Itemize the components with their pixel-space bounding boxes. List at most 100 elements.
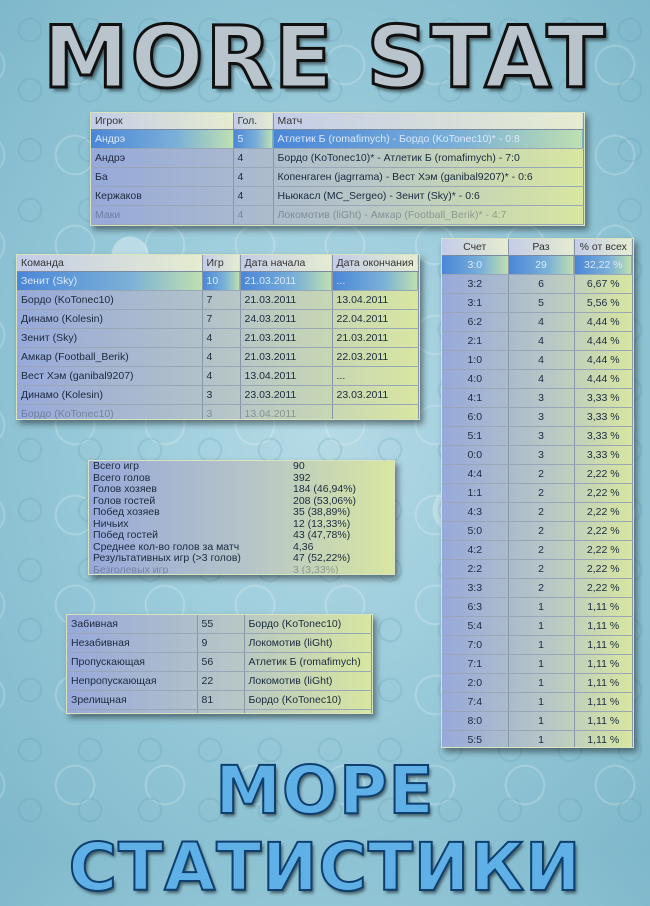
table-cell: 24.03.2011	[240, 309, 333, 329]
scores-table: Счет Раз % от всех 3:0 29 32,22 % 3:2 6 6,67 …	[441, 238, 634, 748]
table-cell: Непропускающая	[67, 671, 198, 691]
summary-label: Безголевых игр	[93, 563, 169, 575]
table-row[interactable]: Зенит (Sky) 10 21.03.2011...	[17, 271, 419, 291]
table-cell: Андрэ	[91, 148, 234, 168]
table-row[interactable]: Динамо (Kolesin) 3 23.03.2011 23.03.2011	[17, 385, 419, 405]
table-row[interactable]: Маки 4 Локомотив (liGht) - Амкар (Football…	[91, 205, 584, 225]
table-cell: 1,11 %	[574, 673, 633, 693]
header-player[interactable]: Игрок	[91, 113, 234, 130]
table-cell: 31	[197, 709, 245, 713]
table-row[interactable]: 7:0 1 1,11 %	[442, 635, 633, 655]
table-cell: 3	[202, 404, 241, 419]
table-row[interactable]: Забивная 55 Бордо (KoTonec10)	[67, 615, 372, 634]
summary-value: 43 (47,78%)	[293, 529, 351, 541]
table-cell: 21.03.2011	[240, 347, 333, 367]
table-row[interactable]: 3:0 29 32,22 %	[442, 255, 633, 275]
table-cell: 4:1	[442, 388, 509, 408]
table-cell: 13.04.2011	[240, 404, 333, 419]
table-row[interactable]: Зрелищная 81 Бордо (KoTonec10)	[67, 690, 372, 710]
table-cell: 1	[508, 692, 575, 712]
table-row[interactable]: 2:0 1 1,11 %	[442, 673, 633, 693]
table-row[interactable]: 5:1 3 3,33 %	[442, 426, 633, 446]
table-row[interactable]: Андрэ 4 Бордо (KoTonec10)* - Атлетик Б (ro…	[91, 148, 584, 168]
header-count[interactable]: Раз	[508, 239, 575, 256]
table-row[interactable]: 8:0 1 1,11 %	[442, 711, 633, 731]
header-team[interactable]: Команда	[17, 255, 203, 272]
table-row[interactable]: Зенит (Sky) 4 21.03.2011 21.03.2011	[17, 328, 419, 348]
header-goals[interactable]: Гол.	[233, 113, 274, 130]
table-cell: 4	[508, 331, 575, 351]
table-row[interactable]: Пропускающая 56 Атлетик Б (romafimych)	[67, 652, 372, 672]
table-row[interactable]: 3:2 6 6,67 %	[442, 274, 633, 294]
header-score[interactable]: Счет	[442, 239, 509, 256]
table-row[interactable]: 5:5 1 1,11 %	[442, 730, 633, 747]
table-row[interactable]: Скучная31Локомотив (liGht)	[67, 709, 372, 713]
table-cell: 22.03.2011	[332, 347, 419, 367]
table-cell: 3	[508, 388, 575, 408]
table-row[interactable]: 2:2 2 2,22 %	[442, 559, 633, 579]
summary-value: 184 (46,94%)	[293, 483, 357, 495]
table-row[interactable]: Динамо (Kolesin) 7 24.03.2011 22.04.2011	[17, 309, 419, 329]
table-cell: Амкар (Football_Berik)	[17, 347, 203, 367]
table-row[interactable]: Незабивная 9 Локомотив (liGht)	[67, 633, 372, 653]
table-cell: Локомотив (liGht)	[244, 633, 372, 653]
table-row[interactable]: 0:0 3 3,33 %	[442, 445, 633, 465]
header-percent[interactable]: % от всех	[574, 239, 633, 256]
table-cell: 5:0	[442, 521, 509, 541]
table-row[interactable]: Ба 4 Копенгаген (jagrrama) - Вест Хэм (gan…	[91, 167, 584, 187]
table-cell	[332, 404, 419, 419]
table-cell: 1	[508, 711, 575, 731]
header-match[interactable]: Матч	[273, 113, 584, 130]
table-cell: Атлетик Б (romafimych) - Бордо (KoTonec1…	[273, 129, 584, 149]
table-row[interactable]: 1:1 2 2,22 %	[442, 483, 633, 503]
header-end-date[interactable]: Дата окончания	[332, 255, 419, 272]
table-row[interactable]: Бордо (KoTonec10) 3 13.04.2011	[17, 404, 419, 419]
table-cell: 3:0	[442, 255, 509, 275]
table-cell: Кержаков	[91, 186, 234, 206]
table-cell: 2,22 %	[574, 521, 633, 541]
table-row[interactable]: Бордо (KoTonec10) 7 21.03.2011 13.04.2011	[17, 290, 419, 310]
table-cell: Бордо (KoTonec10)	[17, 290, 203, 310]
table-row[interactable]: Андрэ 5 Атлетик Б (romafimych) - Бордо (Ko…	[91, 129, 584, 149]
table-row[interactable]: Вест Хэм (ganibal9207) 4 13.04.2011...	[17, 366, 419, 386]
table-cell: 4	[233, 167, 274, 187]
summary-label: Голов хозяев	[93, 483, 157, 495]
table-row[interactable]: Непропускающая 22 Локомотив (liGht)	[67, 671, 372, 691]
table-row[interactable]: Кержаков 4 Ньюкасл (MC_Sergeo) - Зенит (Sk…	[91, 186, 584, 206]
table-row[interactable]: 3:1 5 5,56 %	[442, 293, 633, 313]
table-row[interactable]: 2:1 4 4,44 %	[442, 331, 633, 351]
table-cell: 5:1	[442, 426, 509, 446]
table-cell: 4	[233, 205, 274, 225]
header-games[interactable]: Игр	[202, 255, 241, 272]
table-cell: ...	[332, 366, 419, 386]
table-row[interactable]: 5:0 2 2,22 %	[442, 521, 633, 541]
table-cell: 2	[508, 578, 575, 598]
table-cell: 0:0	[442, 445, 509, 465]
team-extremes-table: Забивная 55 Бордо (KoTonec10) Незабивная 9 Ло…	[66, 614, 373, 714]
table-cell: 2,22 %	[574, 502, 633, 522]
table-row[interactable]: 7:4 1 1,11 %	[442, 692, 633, 712]
table-cell: 2	[508, 559, 575, 579]
table-row[interactable]: 4:2 2 2,22 %	[442, 540, 633, 560]
table-row[interactable]: 6:0 3 3,33 %	[442, 407, 633, 427]
table-cell: Бордо (KoTonec10)	[244, 690, 372, 710]
table-row[interactable]: 7:1 1 1,11 %	[442, 654, 633, 674]
table-row[interactable]: Амкар (Football_Berik) 4 21.03.2011 22.03.2…	[17, 347, 419, 367]
table-row[interactable]: 1:0 4 4,44 %	[442, 350, 633, 370]
table-row[interactable]: 5:4 1 1,11 %	[442, 616, 633, 636]
table-cell: 3	[508, 445, 575, 465]
table-row[interactable]: 4:0 4 4,44 %	[442, 369, 633, 389]
table-row[interactable]: 6:2 4 4,44 %	[442, 312, 633, 332]
table-cell: 7:0	[442, 635, 509, 655]
table-row[interactable]: 4:3 2 2,22 %	[442, 502, 633, 522]
table-row[interactable]: 4:1 3 3,33 %	[442, 388, 633, 408]
table-cell: Пропускающая	[67, 652, 198, 672]
summary-label: Всего игр	[93, 460, 139, 472]
table-cell: Копенгаген (jagrrama) - Вест Хэм (ganiba…	[273, 167, 584, 187]
table-row[interactable]: 4:4 2 2,22 %	[442, 464, 633, 484]
summary-value: 35 (38,89%)	[293, 506, 351, 518]
header-start-date[interactable]: Дата начала	[240, 255, 333, 272]
table-row[interactable]: 3:3 2 2,22 %	[442, 578, 633, 598]
table-cell: 5:5	[442, 730, 509, 747]
table-row[interactable]: 6:3 1 1,11 %	[442, 597, 633, 617]
